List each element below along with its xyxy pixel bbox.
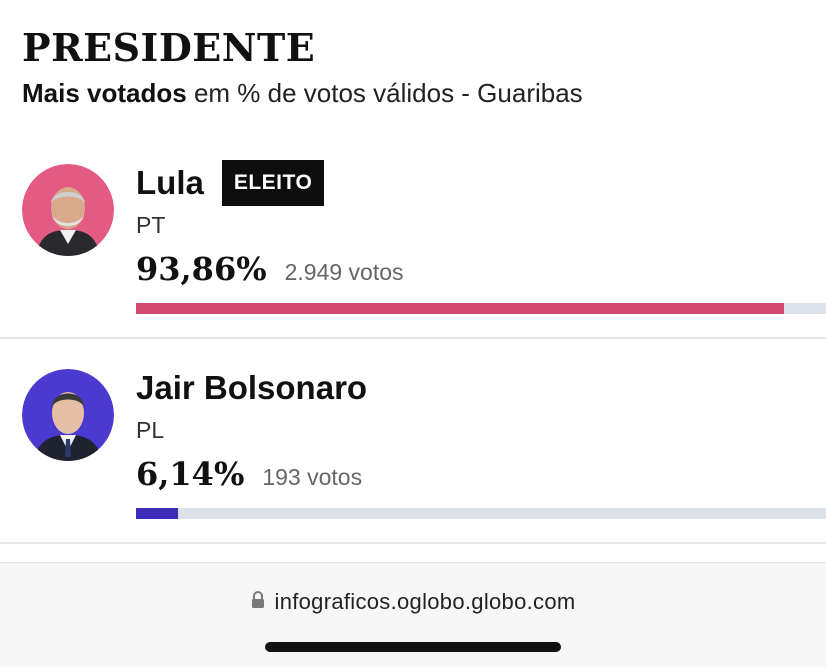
candidate-stats: 93,86% 2.949 votos bbox=[136, 250, 404, 288]
candidate-card-bolsonaro: Jair Bolsonaro PL 6,14% 193 votos bbox=[0, 365, 826, 565]
candidate-avatar bbox=[22, 369, 114, 461]
vote-bar-track bbox=[136, 303, 826, 314]
elected-badge: ELEITO bbox=[221, 160, 325, 206]
candidate-card-lula: Lula ELEITO PT 93,86% 2.949 votos bbox=[0, 160, 826, 360]
candidate-name: Lula bbox=[136, 164, 204, 201]
name-row: Jair Bolsonaro bbox=[136, 365, 367, 411]
name-row: Lula ELEITO bbox=[136, 160, 325, 206]
vote-percentage: 6,14% bbox=[136, 455, 245, 493]
vote-count: 193 votos bbox=[262, 464, 363, 490]
subtitle-rest: em % de votos válidos - Guaribas bbox=[186, 78, 583, 108]
page-url[interactable]: infograficos.oglobo.globo.com bbox=[275, 589, 576, 615]
candidate-party: PT bbox=[136, 212, 166, 238]
browser-bottom-bar: infograficos.oglobo.globo.com bbox=[0, 562, 826, 667]
candidate-name: Jair Bolsonaro bbox=[136, 369, 368, 406]
divider bbox=[0, 542, 826, 544]
lock-icon bbox=[251, 590, 265, 614]
candidate-party: PL bbox=[136, 417, 165, 443]
subtitle-strong: Mais votados bbox=[22, 78, 187, 108]
vote-percentage: 93,86% bbox=[136, 250, 267, 288]
avatar-photo bbox=[22, 164, 114, 256]
vote-bar-fill bbox=[136, 303, 784, 314]
results-header: PRESIDENTE Mais votados em % de votos vá… bbox=[22, 24, 826, 110]
home-indicator[interactable] bbox=[265, 642, 561, 652]
vote-bar-track bbox=[136, 508, 826, 519]
candidate-stats: 6,14% 193 votos bbox=[136, 455, 362, 493]
vote-count: 2.949 votos bbox=[284, 259, 404, 285]
candidate-avatar bbox=[22, 164, 114, 256]
avatar-photo bbox=[22, 369, 114, 461]
page-title: PRESIDENTE bbox=[22, 25, 316, 70]
page-subtitle: Mais votados em % de votos válidos - Gua… bbox=[22, 76, 826, 110]
address-bar[interactable]: infograficos.oglobo.globo.com bbox=[0, 589, 826, 615]
divider bbox=[0, 337, 826, 339]
vote-bar-fill bbox=[136, 508, 179, 519]
